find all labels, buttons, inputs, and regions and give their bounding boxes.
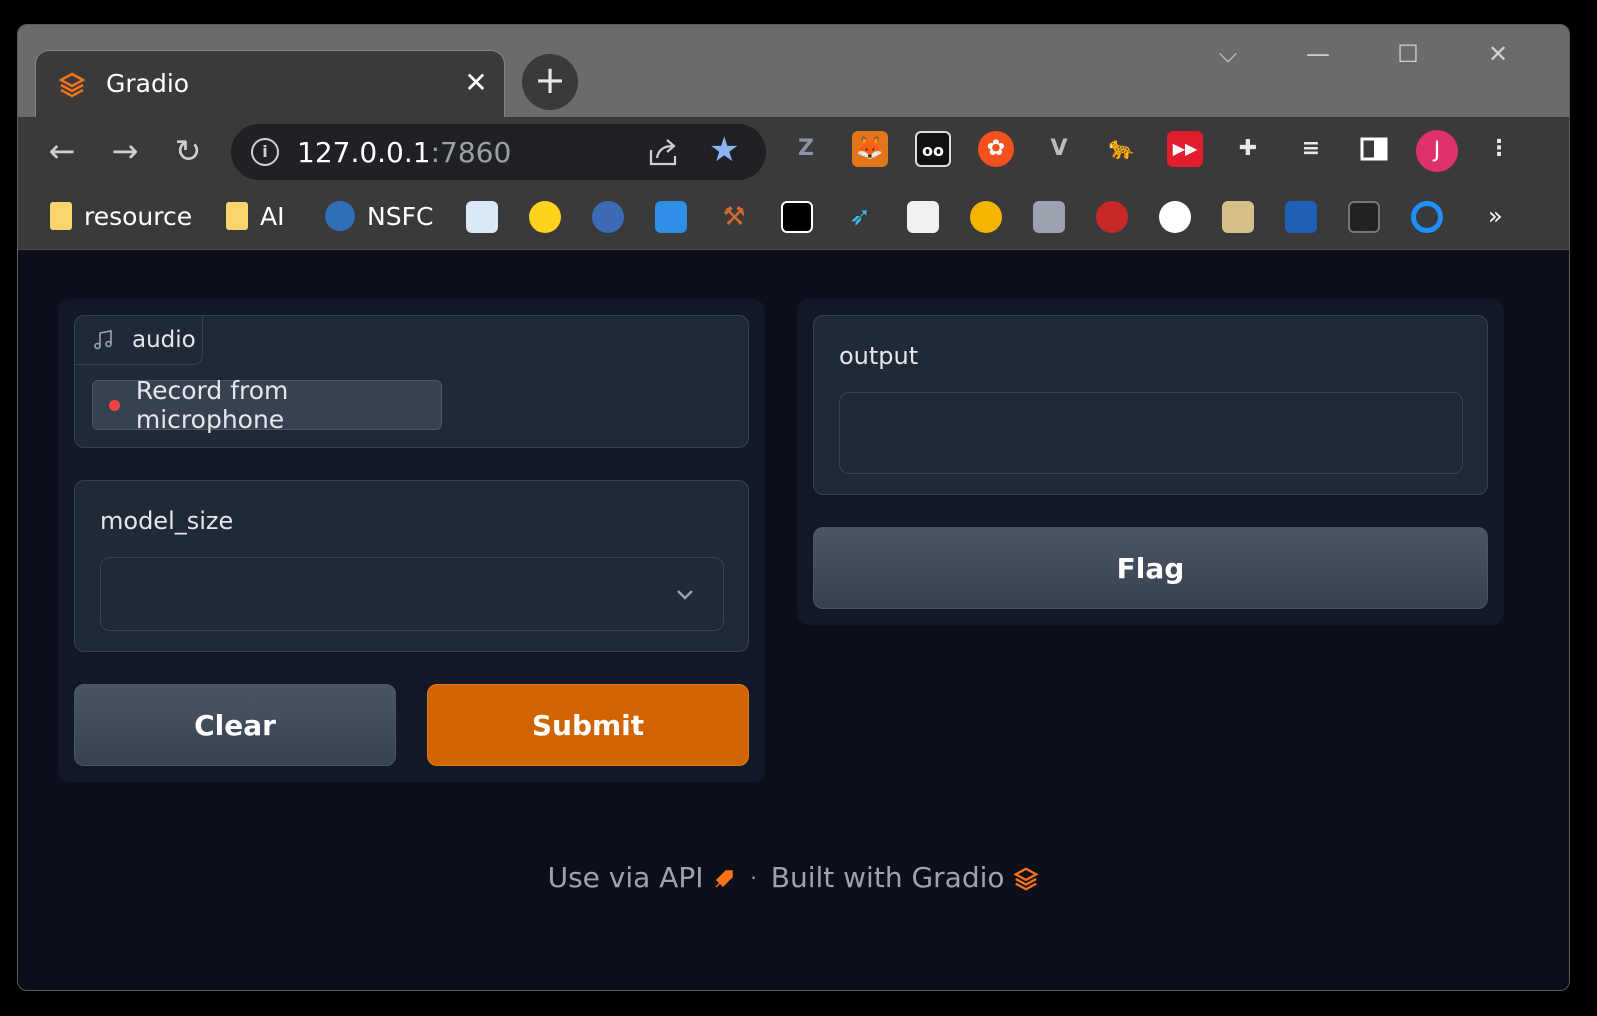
bookmark-nsfc[interactable]: NSFC	[325, 199, 433, 233]
close-window-icon[interactable]: ✕	[1478, 37, 1518, 71]
output-panel: output Flag	[797, 299, 1504, 625]
keyboard-bookmark-icon[interactable]	[1033, 201, 1065, 233]
bookmark-folder-resource[interactable]: resource	[50, 199, 192, 233]
model-size-dropdown[interactable]	[100, 557, 724, 631]
side-panel-icon[interactable]	[1356, 131, 1392, 167]
isis-globe-icon	[325, 201, 355, 231]
zotero-extension-icon[interactable]: Z	[788, 131, 824, 167]
browser-toolbar: ← → ↻ i 127.0.0.1:7860 ★ Z 🦊 oo ✿ V 🐆 ▶▶…	[18, 117, 1569, 184]
url-text[interactable]: 127.0.0.1:7860	[297, 136, 511, 169]
built-with-gradio-link[interactable]: Built with Gradio	[771, 861, 1040, 894]
huggingface-bookmark-icon[interactable]	[529, 201, 561, 233]
address-bar[interactable]: i 127.0.0.1:7860 ★	[231, 124, 766, 180]
tab-close-icon[interactable]: ✕	[461, 65, 491, 101]
bookmarks-overflow-icon[interactable]: »	[1488, 199, 1503, 233]
tampermonkey-extension-icon[interactable]: oo	[915, 131, 951, 167]
gradio-app: audio Record from microphone model_size …	[18, 251, 1569, 990]
browser-tab[interactable]: Gradio ✕	[35, 50, 505, 117]
metamask-extension-icon[interactable]: 🦊	[852, 131, 888, 167]
clear-button[interactable]: Clear	[74, 684, 396, 766]
use-via-api-link[interactable]: Use via API	[548, 861, 737, 894]
folder-icon	[50, 202, 72, 230]
bookmark-label: resource	[84, 201, 193, 231]
extensions-puzzle-icon[interactable]: ✚	[1230, 131, 1266, 167]
t-bookmark-icon[interactable]	[655, 201, 687, 233]
output-label: output	[839, 342, 919, 370]
ublock-extension-icon[interactable]: ✿	[978, 131, 1014, 167]
audio-label: audio	[74, 315, 203, 365]
folder-icon	[226, 202, 248, 230]
back-arrow-icon[interactable]: ←	[40, 129, 84, 173]
link-bookmark-icon[interactable]	[970, 201, 1002, 233]
pickaxe-bookmark-icon[interactable]: ⚒	[718, 201, 750, 233]
tab-strip: Gradio ✕ + ⌵ — ☐ ✕	[18, 25, 1569, 117]
openai-bookmark-icon[interactable]	[781, 201, 813, 233]
vue-devtools-extension-icon[interactable]: V	[1041, 131, 1077, 167]
minimize-icon[interactable]: —	[1298, 37, 1338, 71]
profile-avatar[interactable]: J	[1416, 130, 1458, 172]
kebab-menu-icon[interactable]: ⋮	[1481, 131, 1517, 167]
browser-window: Gradio ✕ + ⌵ — ☐ ✕ ← → ↻ i 127.0.0.1:786…	[17, 24, 1570, 991]
gradio-logo-icon	[58, 72, 86, 98]
maximize-icon[interactable]: ☐	[1388, 37, 1428, 71]
bookmark-label: NSFC	[367, 201, 434, 231]
bookmark-folder-ai[interactable]: AI	[226, 199, 284, 233]
bird-bookmark-icon[interactable]: ➶	[844, 201, 876, 233]
gradio-logo-icon	[1013, 867, 1040, 891]
footer: Use via API · Built with Gradio	[18, 861, 1569, 894]
qbittorrent-bookmark-icon[interactable]	[592, 201, 624, 233]
bookmark-star-icon[interactable]: ★	[709, 130, 739, 170]
drop-bookmark-icon[interactable]	[1159, 201, 1191, 233]
cat-extension-icon[interactable]: 🐆	[1104, 131, 1140, 167]
model-size-block: model_size	[74, 480, 749, 652]
tab-search-chevron-icon[interactable]: ⌵	[1208, 37, 1248, 71]
barcode-bookmark-icon[interactable]	[466, 201, 498, 233]
phone-bookmark-icon[interactable]	[1348, 201, 1380, 233]
music-note-icon	[94, 330, 112, 350]
record-dot-icon	[109, 399, 120, 411]
footer-separator: ·	[750, 865, 757, 890]
output-block: output	[813, 315, 1488, 495]
zhihu-bookmark-icon[interactable]	[907, 201, 939, 233]
submit-button[interactable]: Submit	[427, 684, 749, 766]
chevron-down-icon	[677, 590, 693, 600]
forward-arrow-icon[interactable]: →	[103, 129, 147, 173]
ring-bookmark-icon[interactable]	[1411, 201, 1443, 233]
reload-icon[interactable]: ↻	[166, 129, 210, 173]
audio-label-text: audio	[132, 327, 196, 353]
model-size-label: model_size	[100, 507, 234, 535]
media-queue-icon[interactable]: ≡	[1293, 131, 1329, 167]
site-info-icon[interactable]: i	[251, 138, 279, 166]
book-bookmark-icon[interactable]	[1222, 201, 1254, 233]
record-button-label: Record from microphone	[135, 376, 289, 434]
audio-block: audio Record from microphone	[74, 315, 749, 448]
output-textbox[interactable]	[839, 392, 1463, 474]
share-icon[interactable]	[647, 136, 681, 168]
rocket-icon	[715, 870, 734, 888]
input-panel: audio Record from microphone model_size …	[58, 299, 765, 782]
apple-bookmark-icon[interactable]	[1096, 201, 1128, 233]
bookmark-label: AI	[260, 201, 285, 231]
record-from-microphone-button[interactable]: Record from microphone	[92, 376, 442, 434]
new-tab-button[interactable]: +	[522, 54, 578, 110]
video-extension-icon[interactable]: ▶▶	[1167, 131, 1203, 167]
d-bookmark-icon[interactable]	[1285, 201, 1317, 233]
bookmarks-bar: resource AI NSFC ⚒ ➶ »	[18, 184, 1569, 250]
tab-title: Gradio	[106, 69, 190, 98]
flag-button[interactable]: Flag	[813, 527, 1488, 609]
